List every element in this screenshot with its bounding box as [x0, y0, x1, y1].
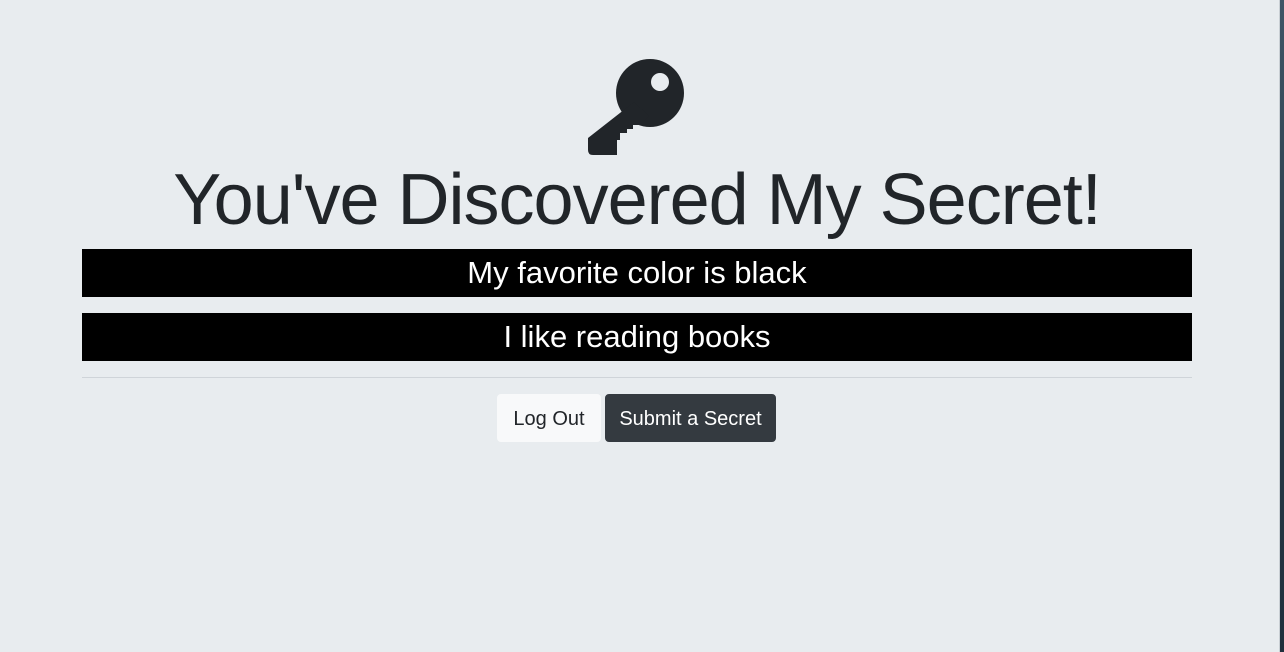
page-viewport: You've Discovered My Secret! My favorite…	[0, 0, 1280, 652]
key-icon	[588, 59, 684, 155]
page-title: You've Discovered My Secret!	[173, 160, 1102, 240]
desktop-background-strip	[1280, 0, 1284, 652]
divider	[82, 377, 1192, 378]
secret-item: I like reading books	[82, 313, 1192, 361]
log-out-button[interactable]: Log Out	[497, 394, 601, 442]
secret-item: My favorite color is black	[82, 249, 1192, 297]
submit-secret-button[interactable]: Submit a Secret	[605, 394, 776, 442]
